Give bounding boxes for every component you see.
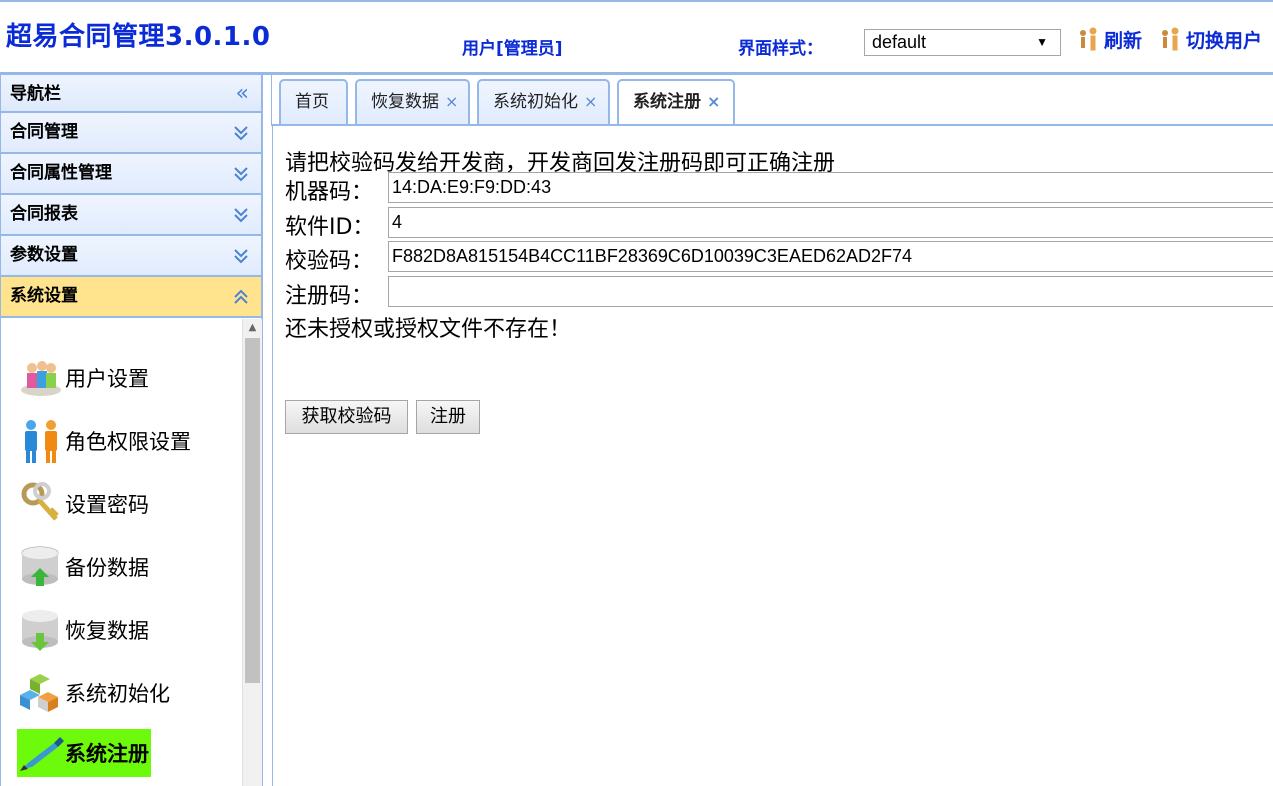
software-id-field[interactable]: 4 (388, 207, 1273, 238)
checksum-field[interactable]: F882D8A815154B4CC11BF28369C6D10039C3EAED… (388, 241, 1273, 272)
tab-system-register[interactable]: 系统注册 × (617, 79, 735, 126)
current-user: 用户[管理员] (462, 39, 563, 59)
menu-item-role-permissions[interactable]: 角色权限设置 (17, 417, 191, 465)
machine-code-field[interactable]: 14:DA:E9:F9:DD:43 (388, 172, 1273, 203)
theme-select[interactable]: default ▼ (864, 29, 1061, 56)
expand-icon (234, 249, 248, 264)
authorization-status: 还未授权或授权文件不存在！ (285, 317, 572, 342)
tab-system-init[interactable]: 系统初始化 × (477, 79, 610, 124)
checksum-label: 校验码： (285, 249, 374, 274)
section-label: 系统设置 (10, 286, 78, 306)
expand-icon (234, 167, 248, 182)
sidebar-title: 导航栏 (10, 84, 61, 104)
app-title: 超易合同管理3.0.1.0 (6, 22, 271, 52)
menu-item-system-register[interactable]: 系统注册 (17, 729, 151, 777)
sidebar-section-system-settings[interactable]: 系统设置 (1, 277, 261, 318)
tab-label: 系统初始化 (493, 92, 578, 112)
database-backup-icon (17, 543, 65, 591)
registration-code-field[interactable] (388, 276, 1273, 307)
refresh-label: 刷新 (1104, 30, 1143, 52)
theme-label: 界面样式： (738, 39, 823, 59)
menu-item-set-password[interactable]: 设置密码 (17, 480, 149, 528)
menu-item-restore-data[interactable]: 恢复数据 (17, 606, 149, 654)
register-button[interactable]: 注册 (416, 400, 480, 434)
menu-item-label: 用户设置 (65, 367, 149, 391)
switch-user-label: 切换用户 (1186, 30, 1263, 52)
menu-item-label: 角色权限设置 (65, 430, 191, 454)
sidebar-section-parameters[interactable]: 参数设置 (1, 236, 261, 277)
system-settings-menu: 用户设置 角色权限设置 设置密码 备份数据 恢复数据 系统初始化 系统注册 (1, 319, 241, 786)
register-pen-icon (17, 729, 65, 777)
sidebar: 导航栏 « 合同管理 合同属性管理 合同报表 参数设置 系统设置 用户设置 角色… (0, 75, 263, 786)
sidebar-section-contract-attributes[interactable]: 合同属性管理 (1, 154, 261, 195)
main-content: 请把校验码发给开发商，开发商回发注册码即可正确注册 机器码： 14:DA:E9:… (272, 126, 1273, 786)
machine-code-label: 机器码： (285, 180, 374, 205)
switch-user-button[interactable]: 切换用户 (1158, 26, 1262, 53)
close-icon[interactable]: × (707, 92, 720, 111)
cubes-icon (17, 669, 65, 717)
section-label: 合同属性管理 (10, 163, 112, 183)
section-label: 参数设置 (10, 245, 78, 265)
scrollbar-thumb[interactable] (245, 338, 260, 683)
switch-user-icon (1162, 27, 1179, 50)
expand-icon (234, 208, 248, 223)
sidebar-section-contract-reports[interactable]: 合同报表 (1, 195, 261, 236)
menu-item-label: 系统初始化 (65, 682, 170, 706)
menu-item-label: 恢复数据 (65, 619, 149, 643)
sidebar-section-contract-management[interactable]: 合同管理 (1, 113, 261, 154)
software-id-label: 软件ID： (285, 215, 375, 240)
menu-item-label: 备份数据 (65, 556, 149, 580)
refresh-icon (1080, 27, 1097, 50)
menu-item-label: 系统注册 (65, 742, 149, 766)
tab-bar: 首页 恢复数据 × 系统初始化 × 系统注册 × (271, 75, 1273, 126)
scroll-up-icon[interactable]: ▲ (243, 319, 262, 336)
section-label: 合同管理 (10, 122, 78, 142)
tab-label: 首页 (295, 92, 329, 112)
menu-item-user-settings[interactable]: 用户设置 (17, 354, 149, 402)
close-icon[interactable]: × (584, 92, 597, 111)
menu-item-system-init[interactable]: 系统初始化 (17, 669, 170, 717)
refresh-button[interactable]: 刷新 (1076, 26, 1142, 53)
get-checksum-button[interactable]: 获取校验码 (285, 400, 408, 434)
app-header: 超易合同管理3.0.1.0 用户[管理员] 界面样式： default ▼ 刷新… (0, 0, 1273, 74)
menu-item-label: 设置密码 (65, 493, 149, 517)
sidebar-scrollbar[interactable]: ▲ (242, 319, 262, 786)
close-icon[interactable]: × (445, 92, 458, 111)
tab-label: 恢复数据 (371, 92, 439, 112)
collapse-icon (234, 289, 248, 304)
users-icon (17, 354, 65, 402)
sidebar-header: 导航栏 « (1, 75, 261, 113)
theme-select-value: default (872, 32, 927, 52)
tab-label: 系统注册 (633, 92, 701, 112)
role-users-icon (17, 417, 65, 465)
dropdown-arrow-icon: ▼ (1036, 35, 1048, 49)
database-restore-icon (17, 606, 65, 654)
tab-home[interactable]: 首页 (279, 79, 348, 124)
tab-restore-data[interactable]: 恢复数据 × (355, 79, 470, 124)
keys-icon (17, 480, 65, 528)
expand-icon (234, 126, 248, 141)
collapse-sidebar-icon[interactable]: « (236, 75, 249, 113)
registration-code-label: 注册码： (285, 284, 374, 309)
section-label: 合同报表 (10, 204, 78, 224)
menu-item-backup-data[interactable]: 备份数据 (17, 543, 149, 591)
